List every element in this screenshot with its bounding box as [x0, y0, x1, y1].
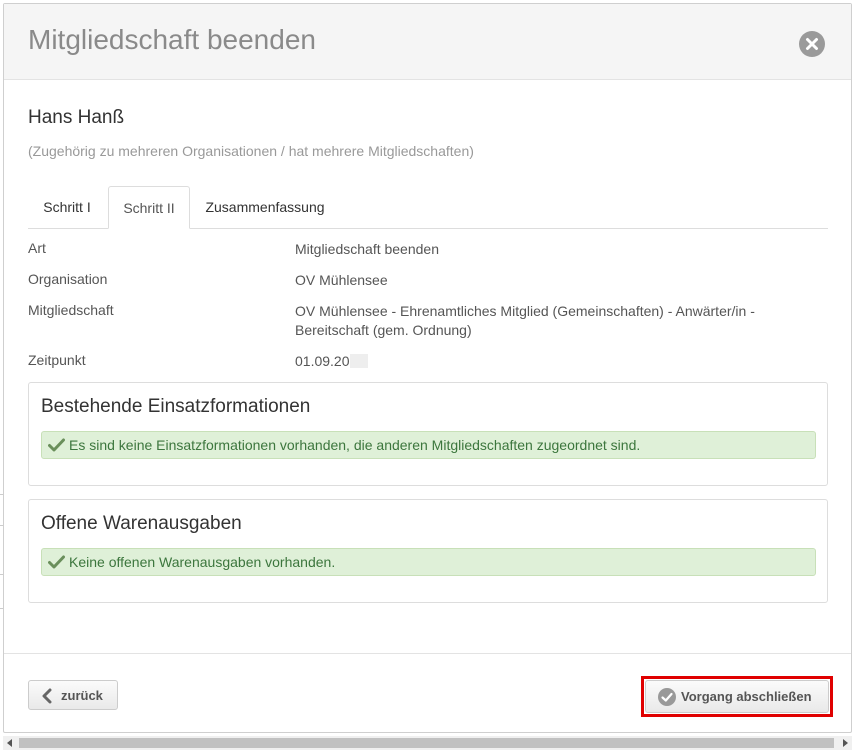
close-button[interactable]	[799, 31, 825, 57]
back-button[interactable]: zurück	[28, 680, 118, 710]
highlight-frame	[641, 676, 833, 717]
tab-schritt-1[interactable]: Schritt I	[28, 186, 106, 228]
person-name: Hans Hanß	[28, 107, 125, 128]
tab-schritt-2[interactable]: Schritt II	[108, 186, 190, 229]
footer-divider	[4, 653, 851, 654]
date-text: 01.09.20	[295, 353, 350, 369]
detail-value: Mitgliedschaft beenden	[295, 241, 439, 257]
scroll-right-arrow-icon[interactable]	[841, 739, 849, 747]
redacted-mask	[349, 354, 368, 368]
panel-title: Bestehende Einsatzformationen	[41, 396, 311, 417]
close-icon	[806, 38, 818, 50]
detail-label: Art	[28, 240, 46, 256]
success-alert: Keine offenen Warenausgaben vorhanden.	[41, 548, 816, 576]
checkmark-icon	[48, 438, 65, 452]
detail-label: Zeitpunkt	[28, 352, 86, 368]
success-alert: Es sind keine Einsatzformationen vorhand…	[41, 431, 816, 459]
detail-value: OV Mühlensee	[295, 272, 388, 288]
dialog-header: Mitgliedschaft beenden	[4, 4, 851, 80]
dialog-title: Mitgliedschaft beenden	[28, 24, 316, 55]
panel-warenausgaben: Offene Warenausgaben Keine offenen Waren…	[28, 499, 828, 603]
back-button-label: zurück	[61, 688, 103, 703]
scroll-left-arrow-icon[interactable]	[6, 739, 14, 747]
wizard-tabs: Schritt I Schritt II Zusammenfassung	[28, 186, 828, 229]
panel-einsatzformationen: Bestehende Einsatzformationen Es sind ke…	[28, 382, 828, 486]
detail-label: Organisation	[28, 271, 108, 287]
alert-text: Es sind keine Einsatzformationen vorhand…	[69, 437, 641, 453]
checkmark-icon	[48, 555, 65, 569]
panel-title: Offene Warenausgaben	[41, 513, 242, 534]
person-subtitle: (Zugehörig zu mehreren Organisationen / …	[28, 143, 474, 159]
horizontal-scrollbar[interactable]	[3, 736, 852, 750]
tab-zusammenfassung[interactable]: Zusammenfassung	[192, 186, 338, 228]
scrollbar-thumb[interactable]	[19, 738, 834, 748]
chevron-left-icon	[42, 688, 52, 704]
detail-value: OV Mühlensee - Ehrenamtliches Mitglied (…	[295, 303, 755, 338]
detail-label: Mitgliedschaft	[28, 302, 114, 318]
alert-text: Keine offenen Warenausgaben vorhanden.	[69, 554, 336, 570]
membership-end-dialog: Mitgliedschaft beenden Hans Hanß (Zugehö…	[3, 3, 852, 733]
detail-value-date: 01.09.20	[295, 352, 795, 371]
